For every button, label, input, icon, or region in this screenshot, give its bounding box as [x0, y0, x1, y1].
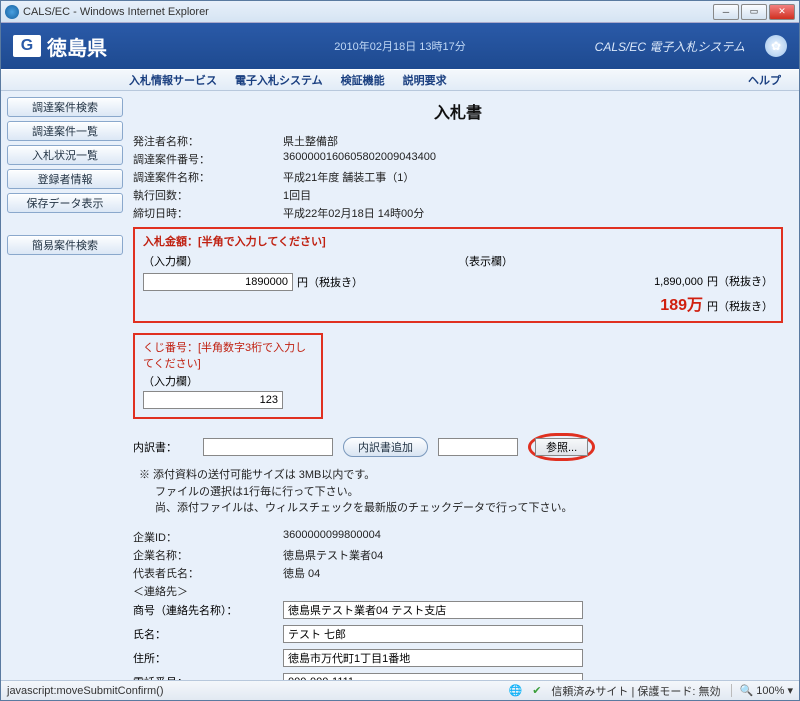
menu-bar: 入札情報サービス 電子入札システム 検証機能 説明要求 ヘルプ: [1, 69, 799, 91]
attach-note: ※ 添付資料の送付可能サイズは 3MB以内です。 ファイルの選択は1行毎に行って…: [133, 467, 783, 517]
lot-input-label: （入力欄）: [143, 373, 313, 389]
bid-amount-input[interactable]: [143, 273, 293, 291]
check-icon: ✔: [532, 684, 541, 697]
bid-amount-box: 入札金額：[半角で入力してください] （入力欄） 円（税抜き） （表示欄）: [133, 227, 783, 323]
label-corpid: 企業ID：: [133, 529, 283, 545]
page-title: 入札書: [133, 99, 783, 123]
menu-ebid[interactable]: 電子入札システム: [235, 72, 323, 88]
sidebar-bidstatus[interactable]: 入札状況一覧: [7, 145, 123, 165]
attach-file-input[interactable]: [438, 438, 518, 456]
lot-number-input[interactable]: [143, 391, 283, 409]
bid-amount-heading: 入札金額：[半角で入力してください]: [143, 233, 773, 249]
label-shopname: 商号（連絡先名称）：: [133, 602, 283, 618]
bid-input-label: （入力欄）: [143, 253, 458, 269]
brand: G 徳島県: [13, 32, 107, 61]
value-casename: 平成21年度 舗装工事（1）: [283, 169, 783, 185]
menu-verify[interactable]: 検証機能: [341, 72, 385, 88]
status-bar: javascript:moveSubmitConfirm() 🌐 ✔ 信頼済みサ…: [1, 680, 799, 700]
value-caseno: 3600000160605802009043400: [283, 151, 783, 167]
bid-unit1: 円（税抜き）: [297, 274, 363, 290]
label-casename: 調達案件名称：: [133, 169, 283, 185]
label-contact-hd: ＜連絡先＞: [133, 583, 283, 599]
label-deadline: 締切日時：: [133, 205, 283, 221]
browse-highlight: 参照...: [528, 433, 595, 461]
sidebar-search[interactable]: 調達案件検索: [7, 97, 123, 117]
name-input[interactable]: [283, 625, 583, 643]
label-address: 住所：: [133, 650, 283, 666]
attach-label: 内訳書：: [133, 439, 193, 455]
sidebar-simple-search[interactable]: 簡易案件検索: [7, 235, 123, 255]
header-datetime: 2010年02月18日 13時17分: [334, 38, 465, 54]
value-corpid: 3600000099800004: [283, 529, 783, 545]
value-deadline: 平成22年02月18日 14時00分: [283, 205, 783, 221]
attach-path-input[interactable]: [203, 438, 333, 456]
bid-big-value: 189万: [660, 291, 703, 315]
window-titlebar: CALS/EC - Windows Internet Explorer ─ ▭ …: [1, 1, 799, 23]
tel-input[interactable]: [283, 673, 583, 681]
bid-display-value: 1,890,000: [654, 276, 703, 288]
status-js: javascript:moveSubmitConfirm(): [7, 685, 163, 697]
sidebar: 調達案件検索 調達案件一覧 入札状況一覧 登録者情報 保存データ表示 簡易案件検…: [1, 91, 129, 680]
label-round: 執行回数：: [133, 187, 283, 203]
lot-number-box: くじ番号：[半角数字3桁で入力してください] （入力欄）: [133, 333, 323, 419]
menu-help[interactable]: ヘルプ: [748, 72, 781, 88]
value-corpname: 徳島県テスト業者04: [283, 547, 783, 563]
value-rep: 徳島 04: [283, 565, 783, 581]
attach-add-button[interactable]: 内訳書追加: [343, 437, 428, 457]
lot-heading: くじ番号：[半角数字3桁で入力してください]: [143, 339, 313, 371]
label-name: 氏名：: [133, 626, 283, 642]
sidebar-registrant[interactable]: 登録者情報: [7, 169, 123, 189]
label-issuer: 発注者名称：: [133, 133, 283, 149]
maximize-button[interactable]: ▭: [741, 4, 767, 20]
value-issuer: 県土整備部: [283, 133, 783, 149]
label-caseno: 調達案件番号：: [133, 151, 283, 167]
header-band: G 徳島県 2010年02月18日 13時17分 CALS/EC 電子入札システ…: [1, 23, 799, 69]
close-button[interactable]: ✕: [769, 4, 795, 20]
brand-logo-icon: G: [13, 35, 41, 57]
brand-text: 徳島県: [47, 32, 107, 61]
gear-icon[interactable]: ✿: [765, 35, 787, 57]
label-rep: 代表者氏名：: [133, 565, 283, 581]
globe-icon: 🌐: [509, 684, 523, 697]
status-trusted: 信頼済みサイト | 保護モード: 無効: [551, 683, 720, 699]
browse-button[interactable]: 参照...: [535, 438, 588, 456]
menu-bid-info[interactable]: 入札情報サービス: [129, 72, 217, 88]
shopname-input[interactable]: [283, 601, 583, 619]
zoom-level[interactable]: 🔍 100% ▾: [731, 684, 793, 697]
bid-unit3: 円（税抜き）: [707, 298, 773, 314]
label-corpname: 企業名称：: [133, 547, 283, 563]
system-title: CALS/EC 電子入札システム: [595, 38, 745, 55]
minimize-button[interactable]: ─: [713, 4, 739, 20]
menu-explain[interactable]: 説明要求: [403, 72, 447, 88]
main-content: 入札書 発注者名称：県土整備部 調達案件番号：36000001606058020…: [129, 91, 799, 680]
window-title: CALS/EC - Windows Internet Explorer: [23, 6, 209, 18]
sidebar-saved[interactable]: 保存データ表示: [7, 193, 123, 213]
ie-icon: [5, 5, 19, 19]
bid-display-label: （表示欄）: [458, 253, 773, 269]
bid-unit2: 円（税抜き）: [707, 273, 773, 289]
sidebar-list[interactable]: 調達案件一覧: [7, 121, 123, 141]
value-round: 1回目: [283, 187, 783, 203]
address-input[interactable]: [283, 649, 583, 667]
